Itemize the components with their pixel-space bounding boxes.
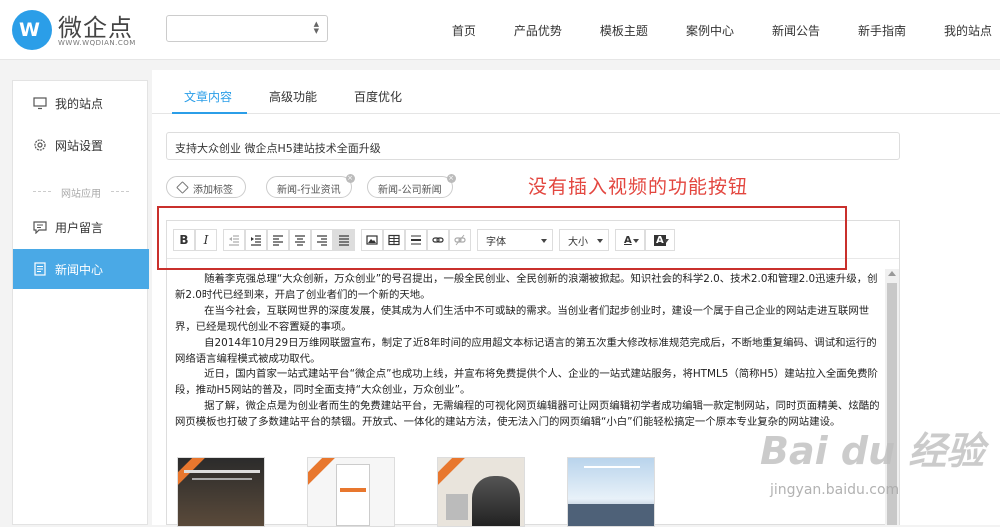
annotation-highlight-box [157, 206, 847, 270]
top-bar: W 微企点 WWW.WQDIAN.COM ▲ ▼ 首页 产品优势 模板主题 案例中… [0, 0, 1000, 60]
tag-label: 新闻-公司新闻 [378, 185, 442, 196]
tag-chip[interactable]: 新闻-公司新闻 × [367, 174, 456, 198]
nav-item-news[interactable]: 新闻公告 [772, 22, 820, 39]
sidebar-item-my-sites[interactable]: 我的站点 [13, 83, 149, 123]
thumbnail-image[interactable] [307, 457, 395, 527]
nav-item-my-sites[interactable]: 我的站点 [944, 22, 992, 39]
content-paragraph: 近日，国内首家一站式建站平台“微企点”也成功上线，并宣布将免费提供个人、企业的一… [175, 368, 878, 397]
sidebar-item-label: 网站设置 [55, 138, 104, 153]
nav-item-advantages[interactable]: 产品优势 [514, 22, 562, 39]
gear-icon [33, 138, 47, 152]
add-tag-label: 添加标签 [193, 185, 233, 196]
scroll-up-icon[interactable] [888, 271, 896, 276]
tab-seo[interactable]: 百度优化 [354, 88, 402, 105]
image-thumbnails [177, 457, 697, 527]
watermark-url: jingyan.baidu.com [770, 482, 900, 498]
sidebar-item-label: 用户留言 [55, 220, 104, 235]
tab-advanced[interactable]: 高级功能 [269, 88, 317, 105]
logo-mark-letter: W [19, 19, 40, 41]
article-title-input[interactable]: 支持大众创业 微企点H5建站技术全面升级 [166, 132, 900, 160]
watermark: Bai du 经验 jingyan.baidu.com [760, 420, 990, 520]
sidebar-item-label: 新闻中心 [55, 262, 104, 277]
ribbon-badge [308, 458, 340, 491]
sidebar: 我的站点 网站设置 网站应用 用户留言 新闻中心 [12, 80, 149, 525]
main-nav: 首页 产品优势 模板主题 案例中心 新闻公告 新手指南 我的站点 [414, 22, 992, 39]
document-icon [33, 262, 47, 276]
annotation-text: 没有插入视频的功能按钮 [528, 176, 749, 198]
sidebar-item-label: 我的站点 [55, 96, 104, 111]
nav-item-home[interactable]: 首页 [452, 22, 476, 39]
tab-bar: 文章内容 高级功能 百度优化 [152, 70, 1000, 114]
content-paragraph: 在当今社会，互联网世界的深度发展，使其成为人们生活中不可或缺的需求。当创业者们起… [175, 304, 870, 333]
monitor-icon [33, 96, 47, 110]
nav-item-guide[interactable]: 新手指南 [858, 22, 906, 39]
sidebar-item-site-settings[interactable]: 网站设置 [13, 125, 149, 165]
watermark-brand: Bai du 经验 [760, 429, 985, 473]
tab-article-content[interactable]: 文章内容 [184, 88, 232, 105]
content-paragraph: 自2014年10月29日万维网联盟宣布，制定了近8年时间的应用超文本标记语言的第… [175, 336, 877, 365]
ribbon-badge [438, 458, 470, 491]
nav-item-templates[interactable]: 模板主题 [600, 22, 648, 39]
select-arrows-icon: ▲ ▼ [313, 20, 319, 35]
editor-content[interactable]: 随着李克强总理“大众创新，万众创业”的号召提出，一般全民创业、全民创新的浪潮被掀… [175, 272, 881, 431]
nav-item-cases[interactable]: 案例中心 [686, 22, 734, 39]
content-paragraph: 随着李克强总理“大众创新，万众创业”的号召提出，一般全民创业、全民创新的浪潮被掀… [175, 273, 878, 301]
ribbon-badge [178, 458, 210, 491]
thumbnail-image[interactable] [177, 457, 265, 527]
thumbnail-image[interactable] [437, 457, 525, 527]
logo-name: 微企点 [58, 14, 133, 42]
comment-icon [33, 220, 47, 235]
sidebar-item-news-center[interactable]: 新闻中心 [13, 249, 149, 289]
add-tag-button[interactable]: 添加标签 [166, 176, 246, 198]
sidebar-item-messages[interactable]: 用户留言 [13, 207, 149, 247]
logo[interactable]: W 微企点 WWW.WQDIAN.COM [12, 8, 152, 50]
thumbnail-image[interactable] [567, 457, 655, 527]
tag-label: 新闻-行业资讯 [277, 185, 341, 196]
site-select[interactable]: ▲ ▼ [166, 15, 328, 42]
logo-mark: W [12, 10, 52, 50]
logo-url: WWW.WQDIAN.COM [58, 39, 136, 47]
tag-chip[interactable]: 新闻-行业资讯 × [266, 174, 355, 198]
close-icon[interactable]: × [345, 174, 355, 183]
tab-active-indicator [172, 112, 247, 114]
sidebar-section-label: 网站应用 [33, 185, 129, 200]
close-icon[interactable]: × [446, 174, 456, 183]
tag-icon [176, 181, 189, 194]
